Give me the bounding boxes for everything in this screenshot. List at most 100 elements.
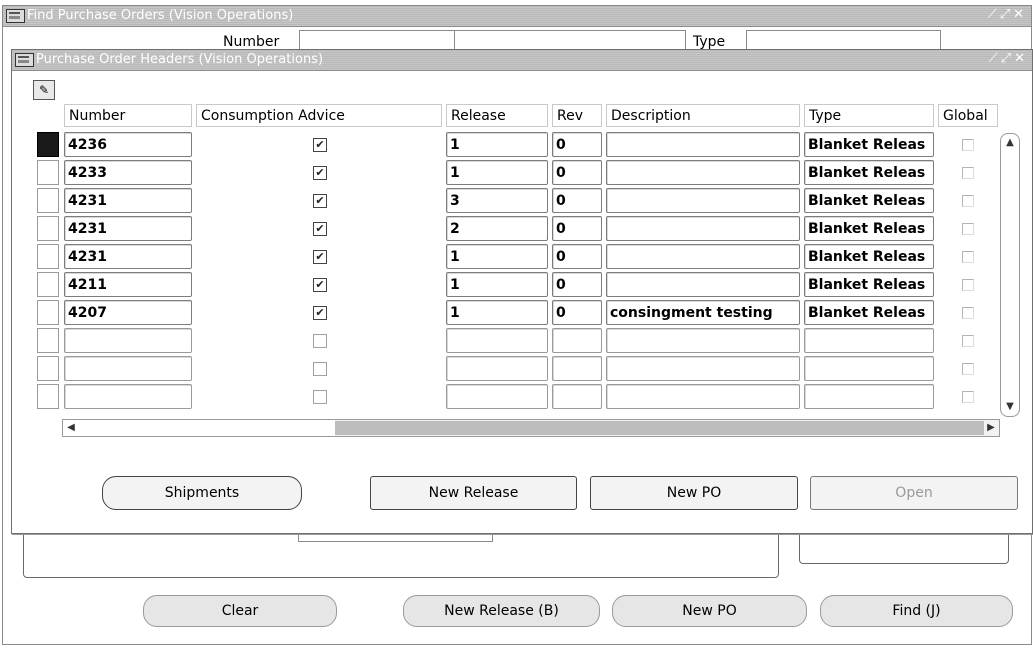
column-header-global[interactable]: Global	[938, 104, 998, 127]
global-checkbox[interactable]	[962, 335, 974, 347]
row-selector[interactable]	[37, 244, 59, 269]
scroll-up-icon[interactable]: ▲	[1003, 136, 1017, 150]
description-cell[interactable]	[606, 160, 800, 185]
description-cell[interactable]	[606, 132, 800, 157]
close-icon[interactable]: ✕	[1013, 7, 1027, 22]
consumption-advice-checkbox[interactable]	[313, 334, 327, 348]
consumption-advice-checkbox[interactable]	[313, 390, 327, 404]
column-header-type[interactable]: Type	[804, 104, 934, 127]
consumption-advice-checkbox[interactable]: ✔	[313, 306, 327, 320]
number-cell[interactable]: 4236	[64, 132, 192, 157]
rev-cell[interactable]: 0	[552, 132, 602, 157]
scroll-down-icon[interactable]: ▼	[1003, 400, 1017, 414]
number-cell[interactable]: 4231	[64, 216, 192, 241]
new-release-b-button[interactable]: New Release (B)	[403, 595, 600, 627]
type-cell[interactable]	[804, 328, 934, 353]
close-icon[interactable]: ✕	[1014, 51, 1028, 66]
type-cell[interactable]	[804, 356, 934, 381]
description-cell[interactable]	[606, 244, 800, 269]
number-cell[interactable]: 4231	[64, 244, 192, 269]
scroll-left-icon[interactable]: ◀	[64, 420, 78, 436]
row-selector[interactable]	[37, 300, 59, 325]
global-checkbox[interactable]	[962, 279, 974, 291]
horizontal-scroll-track[interactable]	[335, 421, 984, 435]
shipments-button[interactable]: Shipments	[102, 476, 302, 510]
release-cell[interactable]: 1	[446, 160, 548, 185]
release-cell[interactable]: 1	[446, 272, 548, 297]
type-cell[interactable]: Blanket Releas	[804, 244, 934, 269]
row-selector[interactable]	[37, 160, 59, 185]
number-cell[interactable]	[64, 356, 192, 381]
type-cell[interactable]: Blanket Releas	[804, 188, 934, 213]
rev-cell[interactable]: 0	[552, 300, 602, 325]
release-cell[interactable]: 1	[446, 244, 548, 269]
open-button[interactable]: Open	[810, 476, 1018, 510]
maximize-icon[interactable]: ⤢	[1000, 7, 1013, 22]
rev-cell[interactable]: 0	[552, 216, 602, 241]
minimize-icon[interactable]: ⟋	[989, 51, 1001, 66]
column-header-release[interactable]: Release	[446, 104, 548, 127]
global-checkbox[interactable]	[962, 139, 974, 151]
column-header-rev[interactable]: Rev	[552, 104, 602, 127]
global-checkbox[interactable]	[962, 307, 974, 319]
number-cell[interactable]: 4207	[64, 300, 192, 325]
release-cell[interactable]	[446, 356, 548, 381]
row-selector[interactable]	[37, 356, 59, 381]
type-cell[interactable]	[804, 384, 934, 409]
scroll-right-icon[interactable]: ▶	[984, 420, 998, 436]
description-cell[interactable]	[606, 216, 800, 241]
column-header-description[interactable]: Description	[606, 104, 800, 127]
row-selector[interactable]	[37, 132, 59, 157]
rev-cell[interactable]: 0	[552, 160, 602, 185]
release-cell[interactable]	[446, 384, 548, 409]
new-po-find-button[interactable]: New PO	[612, 595, 807, 627]
number-cell[interactable]: 4211	[64, 272, 192, 297]
release-cell[interactable]: 2	[446, 216, 548, 241]
consumption-advice-checkbox[interactable]: ✔	[313, 250, 327, 264]
rev-cell[interactable]: 0	[552, 244, 602, 269]
description-cell[interactable]	[606, 328, 800, 353]
global-checkbox[interactable]	[962, 363, 974, 375]
type-cell[interactable]: Blanket Releas	[804, 160, 934, 185]
description-cell[interactable]	[606, 356, 800, 381]
global-checkbox[interactable]	[962, 251, 974, 263]
rev-cell[interactable]	[552, 356, 602, 381]
number-cell[interactable]	[64, 328, 192, 353]
release-cell[interactable]: 3	[446, 188, 548, 213]
type-cell[interactable]: Blanket Releas	[804, 272, 934, 297]
release-cell[interactable]: 1	[446, 132, 548, 157]
vertical-scrollbar[interactable]: ▲ ▼	[1000, 133, 1020, 417]
rev-cell[interactable]	[552, 328, 602, 353]
new-po-button[interactable]: New PO	[590, 476, 798, 510]
row-selector[interactable]	[37, 188, 59, 213]
clear-button[interactable]: Clear	[143, 595, 337, 627]
find-button[interactable]: Find (J)	[820, 595, 1013, 627]
consumption-advice-checkbox[interactable]: ✔	[313, 166, 327, 180]
description-cell[interactable]	[606, 384, 800, 409]
release-cell[interactable]: 1	[446, 300, 548, 325]
maximize-icon[interactable]: ⤢	[1001, 51, 1014, 66]
consumption-advice-checkbox[interactable]: ✔	[313, 194, 327, 208]
new-release-button[interactable]: New Release	[370, 476, 577, 510]
description-cell[interactable]	[606, 272, 800, 297]
type-cell[interactable]: Blanket Releas	[804, 300, 934, 325]
type-cell[interactable]: Blanket Releas	[804, 132, 934, 157]
minimize-icon[interactable]: ⟋	[988, 7, 1000, 22]
folder-tools-icon[interactable]: ✎	[33, 80, 55, 100]
horizontal-scroll-thumb[interactable]	[63, 420, 335, 436]
horizontal-scrollbar[interactable]: ◀ ▶	[62, 419, 1000, 437]
description-cell[interactable]	[606, 188, 800, 213]
consumption-advice-checkbox[interactable]: ✔	[313, 278, 327, 292]
rev-cell[interactable]: 0	[552, 272, 602, 297]
consumption-advice-checkbox[interactable]: ✔	[313, 138, 327, 152]
number-cell[interactable]: 4233	[64, 160, 192, 185]
consumption-advice-checkbox[interactable]: ✔	[313, 222, 327, 236]
column-header-consumption-advice[interactable]: Consumption Advice	[196, 104, 442, 127]
find-window-titlebar[interactable]: Find Purchase Orders (Vision Operations)…	[3, 6, 1031, 27]
row-selector[interactable]	[37, 272, 59, 297]
row-selector[interactable]	[37, 328, 59, 353]
column-header-number[interactable]: Number	[64, 104, 192, 127]
rev-cell[interactable]: 0	[552, 188, 602, 213]
global-checkbox[interactable]	[962, 391, 974, 403]
global-checkbox[interactable]	[962, 223, 974, 235]
